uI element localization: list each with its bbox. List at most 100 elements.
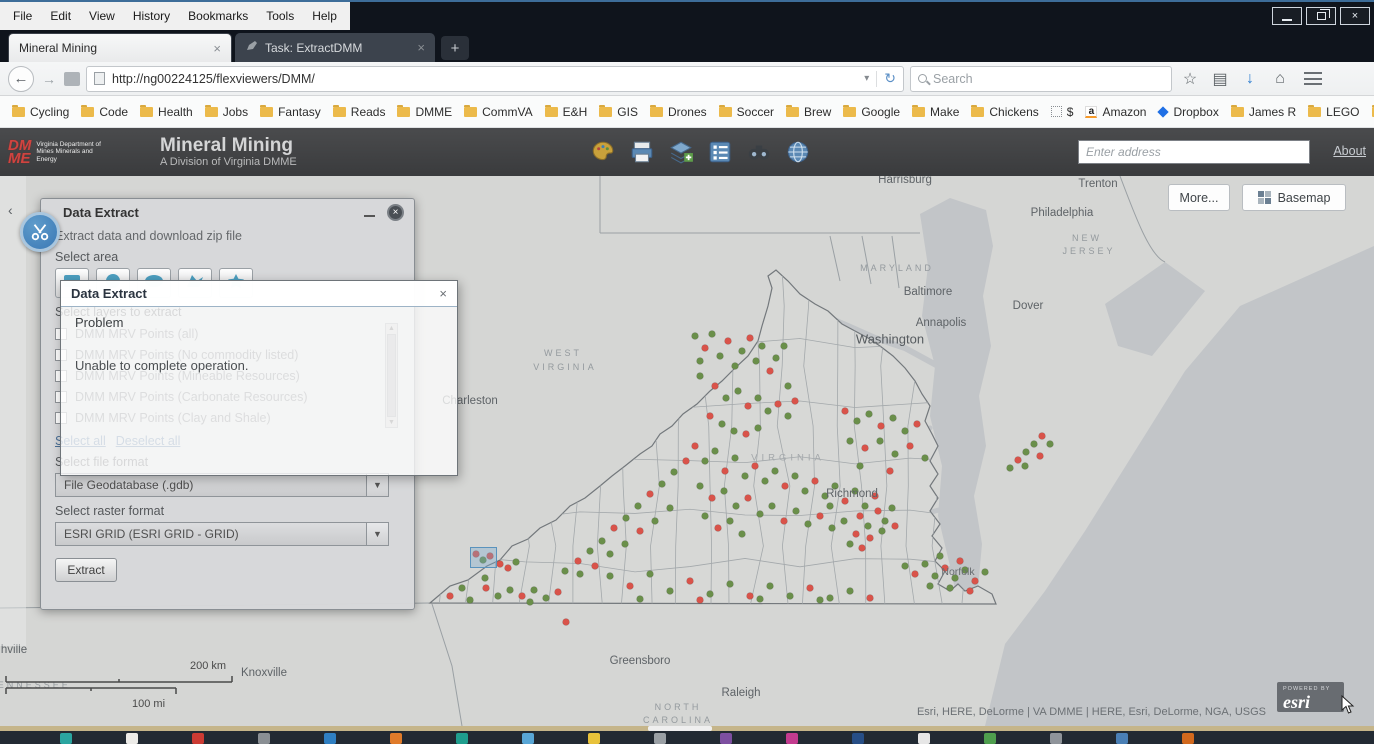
downloads-button[interactable]: ↓	[1238, 70, 1262, 88]
bookmark-drones[interactable]: Drones	[644, 102, 713, 122]
mrv-point-green[interactable]	[731, 362, 739, 370]
dialog-header[interactable]: Data Extract ×	[61, 281, 457, 307]
mrv-point-red[interactable]	[856, 512, 864, 520]
taskbar-app-icon[interactable]	[984, 733, 996, 744]
mrv-point-green[interactable]	[732, 502, 740, 510]
windows-taskbar[interactable]	[0, 726, 1374, 744]
mrv-point-green[interactable]	[526, 598, 534, 606]
mrv-point-red[interactable]	[971, 577, 979, 585]
address-search-input[interactable]	[1078, 140, 1310, 164]
menu-view[interactable]: View	[80, 2, 124, 30]
taskbar-app-icon[interactable]	[654, 733, 666, 744]
back-button[interactable]: ←	[8, 65, 34, 92]
mrv-point-red[interactable]	[911, 570, 919, 578]
mrv-point-red[interactable]	[861, 444, 869, 452]
tab-close-icon[interactable]: ×	[213, 41, 221, 56]
globe-tool-icon[interactable]	[783, 137, 813, 167]
mrv-point-green[interactable]	[701, 512, 709, 520]
mrv-point-green[interactable]	[458, 584, 466, 592]
bookmark-health[interactable]: Health	[134, 102, 199, 122]
mrv-point-green[interactable]	[981, 568, 989, 576]
mrv-point-red[interactable]	[1014, 456, 1022, 464]
mrv-point-green[interactable]	[621, 540, 629, 548]
taskbar-app-icon[interactable]	[1182, 733, 1194, 744]
mrv-point-green[interactable]	[1046, 440, 1054, 448]
mrv-point-green[interactable]	[821, 492, 829, 500]
mrv-point-red[interactable]	[816, 512, 824, 520]
mrv-point-red[interactable]	[554, 588, 562, 596]
mrv-point-green[interactable]	[1021, 462, 1029, 470]
mrv-point-green[interactable]	[816, 596, 824, 604]
mrv-point-green[interactable]	[701, 457, 709, 465]
mrv-point-green[interactable]	[846, 587, 854, 595]
mrv-point-green[interactable]	[901, 562, 909, 570]
mrv-point-green[interactable]	[708, 330, 716, 338]
mrv-point-red[interactable]	[956, 557, 964, 565]
mrv-point-green[interactable]	[889, 414, 897, 422]
search-bar[interactable]	[910, 65, 1172, 92]
mrv-point-green[interactable]	[888, 504, 896, 512]
mrv-point-green[interactable]	[722, 394, 730, 402]
panel-minimize-button[interactable]	[364, 208, 375, 217]
mrv-point-green[interactable]	[786, 592, 794, 600]
mrv-point-green[interactable]	[670, 468, 678, 476]
mrv-point-green[interactable]	[718, 420, 726, 428]
bookmark-soccer[interactable]: Soccer	[713, 102, 780, 122]
printer-tool-icon[interactable]	[627, 137, 657, 167]
mrv-point-green[interactable]	[951, 574, 959, 582]
mrv-point-green[interactable]	[706, 590, 714, 598]
mrv-point-green[interactable]	[726, 517, 734, 525]
panel-header[interactable]: Data Extract ×	[41, 199, 414, 225]
bookmark-cycling[interactable]: Cycling	[6, 102, 75, 122]
mrv-point-green[interactable]	[784, 412, 792, 420]
mrv-point-green[interactable]	[946, 584, 954, 592]
bookmarks-sidebar-button[interactable]: ▤	[1208, 69, 1232, 89]
mrv-point-green[interactable]	[878, 527, 886, 535]
mrv-point-green[interactable]	[1006, 464, 1014, 472]
binoculars-tool-icon[interactable]	[744, 137, 774, 167]
mrv-point-red[interactable]	[706, 412, 714, 420]
mrv-point-green[interactable]	[586, 547, 594, 555]
extract-button[interactable]: Extract	[55, 558, 117, 582]
mrv-point-red[interactable]	[871, 492, 879, 500]
legend-tool-icon[interactable]	[705, 137, 735, 167]
mrv-point-green[interactable]	[876, 437, 884, 445]
mrv-point-red[interactable]	[682, 457, 690, 465]
mrv-point-red[interactable]	[746, 592, 754, 600]
search-input[interactable]	[933, 71, 1133, 86]
menu-help[interactable]: Help	[303, 2, 346, 30]
taskbar-app-icon[interactable]	[522, 733, 534, 744]
bookmark-vct[interactable]: VCT	[1366, 102, 1374, 122]
mrv-point-red[interactable]	[446, 592, 454, 600]
mrv-point-green[interactable]	[831, 482, 839, 490]
mrv-point-green[interactable]	[606, 550, 614, 558]
mrv-point-green[interactable]	[856, 462, 864, 470]
bookmark-e-h[interactable]: E&H	[539, 102, 594, 122]
mrv-point-green[interactable]	[804, 520, 812, 528]
mrv-point-green[interactable]	[696, 482, 704, 490]
mrv-point-red[interactable]	[906, 442, 914, 450]
mrv-point-green[interactable]	[696, 372, 704, 380]
mrv-point-red[interactable]	[711, 382, 719, 390]
collapse-chevron-icon[interactable]: ‹	[8, 202, 13, 218]
layers-tool-icon[interactable]	[666, 137, 696, 167]
mrv-point-green[interactable]	[752, 357, 760, 365]
mrv-point-red[interactable]	[562, 618, 570, 626]
mrv-point-red[interactable]	[886, 467, 894, 475]
menu-file[interactable]: File	[4, 2, 41, 30]
mrv-point-red[interactable]	[913, 420, 921, 428]
mrv-point-green[interactable]	[780, 342, 788, 350]
taskbar-app-icon[interactable]	[258, 733, 270, 744]
bookmark-dropbox[interactable]: Dropbox	[1152, 102, 1224, 122]
dropdown-caret-icon[interactable]: ▼	[366, 523, 388, 545]
mrv-point-green[interactable]	[598, 537, 606, 545]
menu-bookmarks[interactable]: Bookmarks	[179, 2, 257, 30]
mrv-point-green[interactable]	[801, 487, 809, 495]
bookmark-gis[interactable]: GIS	[593, 102, 644, 122]
mrv-point-green[interactable]	[720, 487, 728, 495]
mrv-point-green[interactable]	[826, 502, 834, 510]
mrv-point-green[interactable]	[716, 352, 724, 360]
mrv-point-green[interactable]	[931, 572, 939, 580]
mrv-point-red[interactable]	[766, 367, 774, 375]
bookmark-fantasy[interactable]: Fantasy	[254, 102, 327, 122]
